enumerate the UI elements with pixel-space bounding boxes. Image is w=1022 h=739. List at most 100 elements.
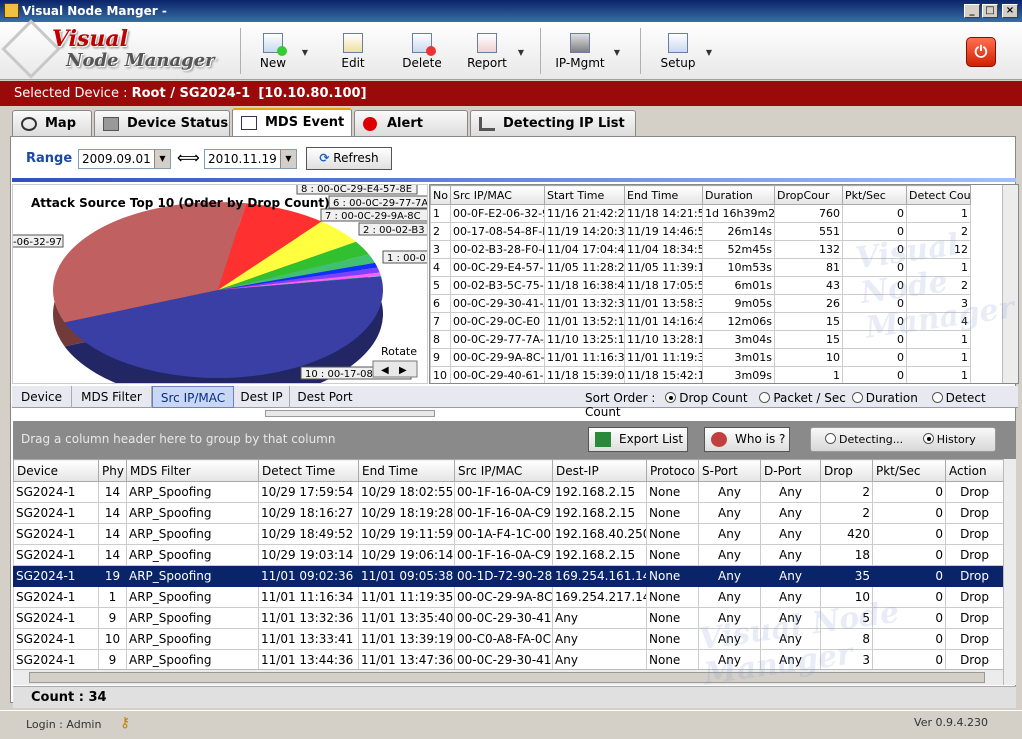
event-grid-header[interactable]: D-Port	[760, 459, 821, 482]
table-row[interactable]: SG2024-1 14 ARP_Spoofing 10/29 19:03:14 10/2…	[13, 544, 1003, 566]
tab-mds-event[interactable]: MDS Event	[232, 108, 352, 136]
rotate-control[interactable]: ◀ ▶	[372, 360, 418, 378]
subtab-mds-filter[interactable]: MDS Filter	[72, 386, 152, 408]
window-title: Visual Node Manger -	[22, 4, 167, 18]
event-grid-header[interactable]: Pkt/Sec	[872, 459, 946, 482]
mode-history[interactable]: History	[922, 433, 976, 446]
range-from-date[interactable]: 2009.09.01 ▼	[78, 149, 171, 169]
table-row[interactable]: 200-17-08-54-8F-F511/19 14:20:3511/19 14…	[430, 222, 971, 241]
sort-drop-count[interactable]: Drop Count	[665, 391, 748, 405]
close-button[interactable]: ×	[1002, 4, 1018, 18]
whois-button[interactable]: Who is ?	[704, 427, 790, 452]
table-row[interactable]: 7 00-0C-29-0C-E0 11/01 13:52:15 11/01 14:16…	[430, 312, 971, 331]
table-row[interactable]: 500-02-B3-5C-75-4011/18 16:38:4511/18 17…	[430, 276, 971, 295]
map-icon	[21, 117, 37, 131]
subtab-src-ip-mac[interactable]: Src IP/MAC	[152, 386, 234, 408]
event-grid-header[interactable]: S-Port	[698, 459, 761, 482]
top-grid-header[interactable]: DropCour	[774, 185, 843, 205]
table-row[interactable]: SG2024-1 9 ARP_Spoofing 11/01 13:44:36 11/01…	[13, 649, 1003, 669]
table-cell: None	[646, 502, 699, 524]
mode-detecting[interactable]: Detecting...	[825, 433, 903, 446]
event-grid-header[interactable]: Drop	[820, 459, 873, 482]
new-dropdown-icon[interactable]: ▼	[302, 48, 308, 57]
tab-alert-event[interactable]: Alert Event	[354, 110, 468, 157]
table-row[interactable]: 600-0C-29-30-41-A711/01 13:32:3611/01 13…	[430, 294, 971, 313]
top-grid-header[interactable]: Duration	[702, 185, 775, 205]
range-from-value: 2009.09.01	[82, 152, 151, 166]
tab-device-status[interactable]: Device Status	[94, 110, 230, 136]
table-row[interactable]: SG2024-1 19 ARP_Spoofing 11/01 09:02:36 11/0…	[13, 565, 1003, 587]
setup-button[interactable]: Setup ▼	[656, 26, 712, 76]
maximize-button[interactable]: □	[982, 4, 998, 18]
top-grid-scrollbar[interactable]	[1002, 185, 1018, 383]
top-grid-header[interactable]: Detect Cour	[906, 185, 971, 205]
subtab-dest-port[interactable]: Dest Port	[290, 386, 360, 408]
report-dropdown-icon[interactable]: ▼	[518, 48, 524, 57]
table-cell: 14	[98, 544, 127, 566]
range-to-date[interactable]: 2010.11.19 ▼	[204, 149, 297, 169]
event-grid-header[interactable]: Action	[945, 459, 1003, 482]
new-icon	[263, 33, 287, 56]
top-grid-header[interactable]: Pkt/Sec	[842, 185, 907, 205]
table-row[interactable]: SG2024-1 14 ARP_Spoofing 10/29 17:59:54 10/2…	[13, 481, 1003, 503]
table-row[interactable]: 9 00-0C-29-9A-8C-9 11/01 11:16:34 11/01 11:…	[430, 348, 971, 367]
power-icon[interactable]: ⏻	[966, 37, 996, 67]
table-cell: 11/01 11:19:35	[358, 586, 455, 608]
key-icon[interactable]: ⚷	[120, 715, 130, 731]
table-cell: 0	[872, 565, 946, 587]
export-list-button[interactable]: Export List	[588, 427, 688, 452]
table-cell: 10/29 17:59:54	[258, 481, 359, 503]
event-grid-hscrollbar[interactable]	[13, 669, 1003, 685]
event-grid-vscrollbar[interactable]	[1003, 459, 1016, 685]
top-grid-header[interactable]: No	[430, 185, 451, 205]
table-row[interactable]: SG2024-1 14 ARP_Spoofing 10/29 18:49:52 10/2…	[13, 523, 1003, 545]
top-grid-header[interactable]: End Time	[624, 185, 703, 205]
tab-detecting-ip-list-label: Detecting IP List	[503, 116, 625, 131]
table-row[interactable]: SG2024-1 10 ARP_Spoofing 11/01 13:33:41 11/0…	[13, 628, 1003, 650]
table-row[interactable]: SG2024-1 1 ARP_Spoofing 11/01 11:16:34 11/01…	[13, 586, 1003, 608]
rotate-left-icon[interactable]: ◀	[381, 365, 389, 376]
delete-button[interactable]: Delete	[399, 26, 445, 76]
table-row[interactable]: 8 00-0C-29-77-7A-A 11/10 13:25:11 11/10 13:…	[430, 330, 971, 349]
table-cell: 1	[906, 204, 971, 223]
event-grid-header[interactable]: Protoco	[646, 459, 699, 482]
event-grid-header[interactable]: Src IP/MAC	[454, 459, 553, 482]
edit-button[interactable]: Edit	[330, 26, 376, 76]
event-grid-header[interactable]: Device	[13, 459, 99, 482]
setup-dropdown-icon[interactable]: ▼	[706, 48, 712, 57]
chevron-down-icon[interactable]: ▼	[280, 150, 296, 168]
top-grid-header[interactable]: Start Time	[544, 185, 625, 205]
table-row[interactable]: 100-0F-E2-06-32-9711/16 21:42:2711/18 14…	[430, 204, 971, 223]
tab-detecting-ip-list[interactable]: Detecting IP List	[470, 110, 636, 136]
event-grid-header[interactable]: Phy	[98, 459, 127, 482]
refresh-button[interactable]: ⟳ Refresh	[306, 147, 392, 170]
sort-order: Sort Order : Drop Count Packet / Sec Dur…	[585, 391, 1022, 419]
ip-mgmt-button[interactable]: IP-Mgmt ▼	[552, 26, 620, 76]
subtab-dest-ip[interactable]: Dest IP	[234, 386, 290, 408]
tab-map[interactable]: Map	[12, 110, 92, 136]
event-grid-header[interactable]: End Time	[358, 459, 455, 482]
table-cell: None	[646, 628, 699, 650]
table-row[interactable]: 10 00-0C-29-40-61-0 11/18 15:39:02 11/18 15…	[430, 366, 971, 383]
table-row[interactable]: SG2024-1 9 ARP_Spoofing 11/01 13:32:36 11/01…	[13, 607, 1003, 629]
subtab-device[interactable]: Device	[12, 386, 72, 408]
minimize-button[interactable]: _	[964, 4, 980, 18]
splitter-handle[interactable]	[265, 410, 435, 417]
rotate-right-icon[interactable]: ▶	[399, 365, 407, 376]
table-row[interactable]: 300-02-B3-28-F0-BE11/04 17:04:4511/04 18…	[430, 240, 971, 259]
table-cell: 1	[430, 204, 451, 223]
event-grid-header[interactable]: Dest-IP	[552, 459, 647, 482]
table-cell: 2	[906, 222, 971, 241]
report-button[interactable]: Report ▼	[462, 26, 524, 76]
top-grid-header[interactable]: Src IP/MAC	[450, 185, 545, 205]
table-cell: 0	[842, 240, 907, 259]
event-grid-header[interactable]: MDS Filter	[126, 459, 259, 482]
chevron-down-icon[interactable]: ▼	[154, 150, 170, 168]
event-grid-header[interactable]: Detect Time	[258, 459, 359, 482]
table-row[interactable]: 400-0C-29-E4-57-8E11/05 11:28:2111/05 11…	[430, 258, 971, 277]
sort-duration[interactable]: Duration	[851, 391, 918, 405]
ip-mgmt-dropdown-icon[interactable]: ▼	[614, 48, 620, 57]
new-button[interactable]: New ▼	[250, 26, 308, 76]
sort-packet-sec[interactable]: Packet / Sec	[759, 391, 846, 405]
table-row[interactable]: SG2024-1 14 ARP_Spoofing 10/29 18:16:27 10/2…	[13, 502, 1003, 524]
